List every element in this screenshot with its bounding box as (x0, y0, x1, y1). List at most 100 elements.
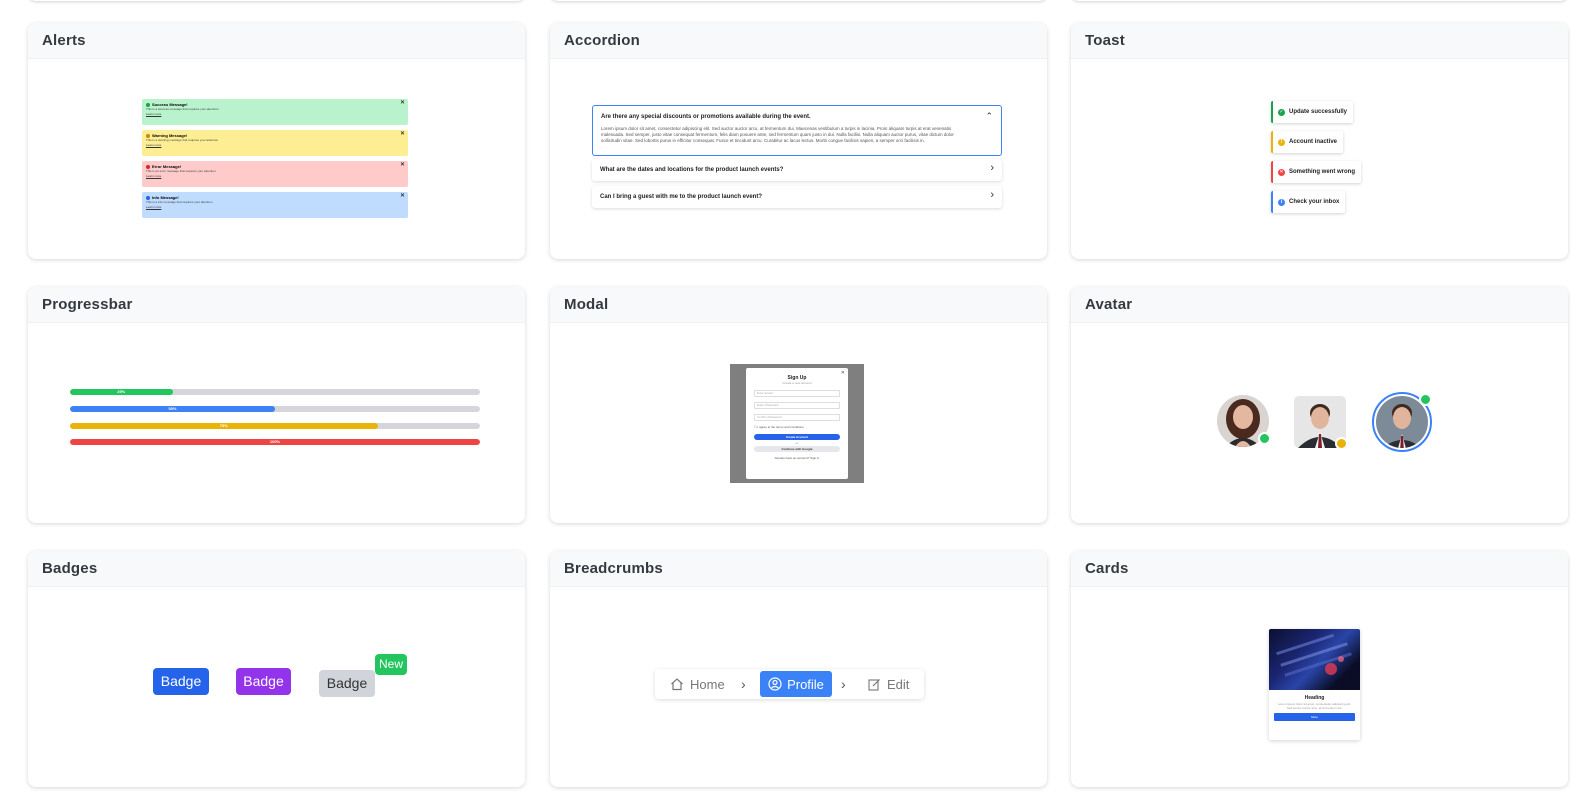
accordion-question: What are the dates and locations for the… (600, 167, 784, 173)
status-online-dot (1258, 432, 1271, 445)
email-field[interactable]: Enter Email (754, 390, 840, 397)
toast-text: Check your inbox (1289, 199, 1340, 205)
card-image (1269, 629, 1360, 690)
progress-fill: 50% (70, 406, 275, 412)
terms-checkbox[interactable]: ☐ I agree to the terms and conditions (754, 425, 840, 430)
home-icon (671, 678, 683, 691)
chevron-right-icon: › (841, 676, 846, 692)
progressbar-preview[interactable]: 25% 50% 75% 100% (28, 323, 525, 523)
card-title: Breadcrumbs (550, 551, 1047, 587)
card-button[interactable]: More (1274, 713, 1355, 721)
signin-link[interactable]: Already have an account? Sign in (754, 456, 840, 460)
x-circle-icon: ✕ (1278, 168, 1285, 176)
chevron-right-icon: › (990, 162, 994, 174)
accordion-item[interactable]: What are the dates and locations for the… (592, 159, 1002, 181)
avatar-woman[interactable] (1217, 395, 1271, 447)
toast-text: Account inactive (1289, 139, 1338, 145)
alerts-card: Alerts Success Message! This is a succes… (28, 23, 525, 259)
status-away-dot (1335, 437, 1348, 450)
badge-purple[interactable]: Badge (236, 668, 291, 695)
google-button[interactable]: Continue with Google (754, 446, 840, 452)
breadcrumb-label: Profile (787, 676, 824, 692)
info-icon: i (1278, 198, 1285, 206)
toast-info[interactable]: i Check your inbox (1271, 191, 1346, 213)
breadcrumbs-preview[interactable]: Home › Profile › Edit (550, 587, 1047, 787)
toast-warning[interactable]: ! Account inactive (1271, 131, 1344, 153)
alerts-preview[interactable]: Success Message! This is a success messa… (28, 59, 525, 259)
alert-success[interactable]: Success Message! This is a success messa… (142, 99, 408, 125)
progressbar-card: Progressbar 25% 50% 75% 100% (28, 287, 525, 523)
alert-link[interactable]: Learn more (146, 205, 404, 210)
progress-track: 75% (70, 423, 480, 429)
progress-track: 100% (70, 439, 480, 445)
alert-link[interactable]: Learn more (146, 112, 404, 117)
components-gallery: Alerts Success Message! This is a succes… (0, 0, 1591, 812)
card-title: Alerts (28, 23, 525, 59)
breadcrumb-profile[interactable]: Profile (760, 671, 832, 697)
breadcrumbs-card: Breadcrumbs Home › Profile › Edit (550, 551, 1047, 787)
progress-fill: 100% (70, 439, 480, 445)
alert-warning[interactable]: Warning Message! This is a warning messa… (142, 130, 408, 156)
close-icon[interactable]: ✕ (400, 162, 405, 168)
or-divider: or (795, 441, 799, 445)
badge-gray[interactable]: Badge (319, 670, 375, 697)
alert-link[interactable]: Learn more (146, 143, 404, 148)
progress-track: 50% (70, 406, 480, 412)
close-icon[interactable]: ✕ (400, 131, 405, 137)
modal-card: Modal ✕ Sign Up Create a new account Ent… (550, 287, 1047, 523)
badges-preview[interactable]: Badge Badge Badge New (28, 587, 525, 787)
close-icon[interactable]: ✕ (400, 100, 405, 106)
accordion-preview[interactable]: Are there any special discounts or promo… (550, 59, 1047, 259)
card-title: Accordion (550, 23, 1047, 59)
edit-icon (868, 678, 880, 691)
toast-preview[interactable]: ✓ Update successfully ! Account inactive… (1071, 59, 1568, 259)
close-icon[interactable]: ✕ (841, 370, 845, 376)
modal-preview[interactable]: ✕ Sign Up Create a new account Enter Ema… (550, 323, 1047, 523)
status-online-dot (1419, 393, 1432, 406)
alert-info[interactable]: Info Message! This is a info message tha… (142, 192, 408, 218)
alert-error[interactable]: Error Message! This is an error message … (142, 161, 408, 187)
check-circle-icon (146, 102, 150, 107)
accordion-item[interactable]: Can I bring a guest with me to the produ… (592, 186, 1002, 208)
chevron-up-icon: ⌃ (985, 111, 993, 121)
breadcrumb-label: Home (690, 676, 725, 692)
card-title: Badges (28, 551, 525, 587)
accordion-card: Accordion Are there any special discount… (550, 23, 1047, 259)
chevron-right-icon: › (990, 189, 994, 201)
modal-backdrop: ✕ Sign Up Create a new account Enter Ema… (730, 364, 864, 483)
cards-preview[interactable]: Heading Lorem ipsum dolor sit amet, cons… (1071, 587, 1568, 787)
alert-link[interactable]: Learn more (146, 174, 404, 179)
card-title: Modal (550, 287, 1047, 323)
card-title: Progressbar (28, 287, 525, 323)
sample-card[interactable]: Heading Lorem ipsum dolor sit amet, cons… (1269, 629, 1360, 740)
confirm-password-field[interactable]: Confirm Password (754, 414, 840, 421)
toast-text: Something went wrong (1289, 169, 1355, 175)
user-circle-icon (768, 677, 782, 691)
accordion-answer: Lorem ipsum dolor sit amet, consectetur … (601, 126, 954, 143)
toast-success[interactable]: ✓ Update successfully (1271, 101, 1354, 123)
warning-icon: ! (1278, 138, 1285, 146)
avatar-preview[interactable] (1071, 323, 1568, 523)
progress-track: 25% (70, 389, 480, 395)
accordion-item-open[interactable]: Are there any special discounts or promo… (592, 105, 1002, 156)
close-icon[interactable]: ✕ (400, 193, 405, 199)
toast-text: Update successfully (1289, 109, 1348, 115)
progress-fill: 25% (70, 389, 173, 395)
card-stub (1071, 0, 1568, 1)
password-field[interactable]: Enter Password (754, 402, 840, 409)
toast-error[interactable]: ✕ Something went wrong (1271, 161, 1361, 183)
dialog-subtitle: Create a new account (782, 381, 812, 385)
avatar-man-ring[interactable] (1372, 392, 1432, 452)
signup-dialog: ✕ Sign Up Create a new account Enter Ema… (746, 368, 848, 479)
new-badge: New (375, 654, 407, 675)
breadcrumb: Home › Profile › Edit (655, 669, 924, 699)
badges-card: Badges Badge Badge Badge New (28, 551, 525, 787)
card-title: Avatar (1071, 287, 1568, 323)
avatar-man-square[interactable] (1294, 396, 1348, 450)
breadcrumb-edit[interactable]: Edit (868, 669, 909, 699)
info-icon (146, 195, 150, 200)
avatar-card: Avatar (1071, 287, 1568, 523)
breadcrumb-home[interactable]: Home (670, 669, 725, 699)
badge-blue[interactable]: Badge (153, 668, 209, 695)
create-account-button[interactable]: Create Account (754, 434, 840, 440)
